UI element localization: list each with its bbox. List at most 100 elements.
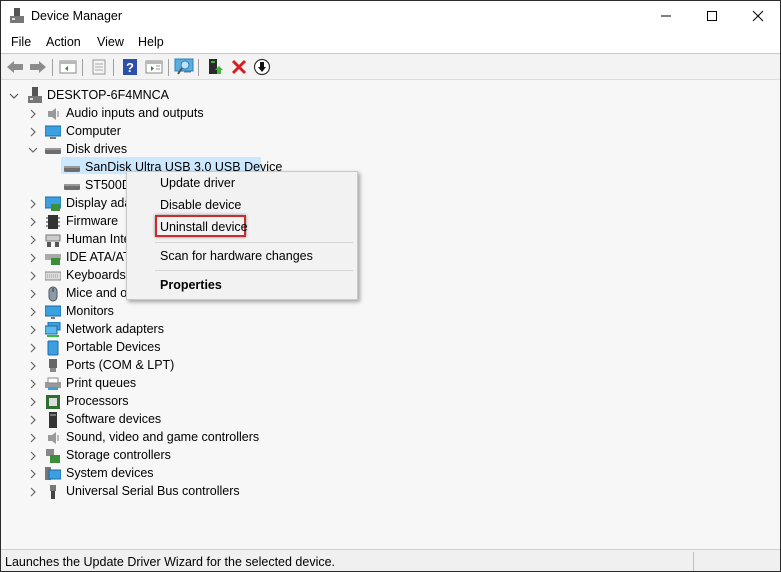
category-label: Audio inputs and outputs [66,106,204,120]
tree-category[interactable]: Disk drives [1,141,301,159]
context-disable-device[interactable]: Disable device [160,198,241,212]
category-label: Keyboards [66,268,126,282]
status-text: Launches the Update Driver Wizard for th… [5,555,336,569]
context-scan-hardware[interactable]: Scan for hardware changes [160,249,313,263]
menu-file[interactable]: File [11,35,31,49]
window-title: Device Manager [31,9,123,23]
status-bar: Launches the Update Driver Wizard for th… [1,549,780,571]
chevron-right-icon[interactable] [28,415,38,425]
maximize-button[interactable] [689,1,735,31]
category-label: Software devices [66,412,162,426]
menu-help[interactable]: Help [138,35,164,49]
tree-category[interactable]: Computer [1,123,301,141]
menu-view[interactable]: View [97,35,124,49]
category-label: Ports (COM & LPT) [66,358,175,372]
tree-category[interactable]: Audio inputs and outputs [1,105,301,123]
properties-button[interactable] [89,57,109,77]
tree-category[interactable]: Portable Devices [1,339,301,357]
minimize-icon [661,15,671,17]
category-label: Display ada [66,196,132,210]
category-label: Network adapters [66,322,164,336]
tree-category[interactable]: Storage controllers [1,447,301,465]
category-label: System devices [66,466,154,480]
chevron-right-icon[interactable] [28,289,38,299]
forward-button[interactable] [28,57,48,77]
context-menu: Update driver Disable device Uninstall d… [126,171,358,300]
category-label: Storage controllers [66,448,171,462]
show-action-pane-button[interactable] [144,57,164,77]
tree-category[interactable]: System devices [1,465,301,483]
context-uninstall-device[interactable]: Uninstall device [160,220,248,234]
category-label: Monitors [66,304,114,318]
chevron-right-icon[interactable] [28,433,38,443]
tree-category[interactable]: Network adapters [1,321,301,339]
help-icon: ? [123,59,137,75]
category-label: IDE ATA/AT [66,250,131,264]
tree-category[interactable]: Print queues [1,375,301,393]
storage-controller-icon [46,449,60,463]
status-divider [693,552,694,571]
context-separator [155,242,353,243]
chevron-right-icon[interactable] [28,235,38,245]
close-icon [752,10,764,22]
chevron-down-icon[interactable] [9,91,19,101]
scan-hardware-button[interactable] [174,57,194,77]
tree-category[interactable]: Sound, video and game controllers [1,429,301,447]
category-label: Firmware [66,214,119,228]
chevron-right-icon[interactable] [28,361,38,371]
back-button[interactable] [5,57,25,77]
menu-bar: File Action View Help [1,31,780,54]
tree-category[interactable]: Processors [1,393,301,411]
tree-category[interactable]: Ports (COM & LPT) [1,357,301,375]
toolbar-separator [52,59,53,76]
minimize-button[interactable] [643,1,689,31]
computer-icon [45,125,61,139]
properties-icon [92,59,106,75]
help-button[interactable]: ? [120,57,140,77]
menu-action[interactable]: Action [46,35,81,49]
tree-category[interactable]: Software devices [1,411,301,429]
ide-controller-icon [45,254,61,265]
chevron-right-icon[interactable] [28,325,38,335]
uninstall-button[interactable] [229,57,249,77]
chevron-right-icon[interactable] [28,253,38,263]
tree-category[interactable]: Universal Serial Bus controllers [1,483,301,501]
chevron-right-icon[interactable] [28,379,38,389]
usb-icon [50,485,56,499]
category-label: Disk drives [66,142,128,156]
chevron-right-icon[interactable] [28,217,38,227]
context-properties[interactable]: Properties [160,278,222,292]
tree-root[interactable]: DESKTOP-6F4MNCA [1,87,201,105]
display-adapter-icon [45,196,61,211]
chevron-right-icon[interactable] [28,469,38,479]
chevron-right-icon[interactable] [28,271,38,281]
chevron-right-icon[interactable] [28,307,38,317]
title-bar: Device Manager [1,1,780,31]
category-label: Mice and o [66,286,128,300]
chevron-right-icon[interactable] [28,397,38,407]
chevron-down-icon[interactable] [28,145,38,155]
close-button[interactable] [735,1,780,31]
chevron-right-icon[interactable] [28,451,38,461]
chevron-right-icon[interactable] [28,109,38,119]
svg-text:?: ? [126,60,134,75]
speaker-icon [48,108,59,120]
toolbar-separator [113,59,114,76]
context-separator [155,270,353,271]
disable-device-button[interactable] [252,57,272,77]
back-icon [7,61,23,73]
tree-category[interactable]: Monitors [1,303,301,321]
show-hide-console-tree-button[interactable] [58,57,78,77]
update-driver-button[interactable] [205,57,225,77]
chevron-right-icon[interactable] [28,343,38,353]
context-update-driver[interactable]: Update driver [160,176,235,190]
device-label: ST500D [85,178,131,192]
root-label: DESKTOP-6F4MNCA [47,88,170,102]
chevron-right-icon[interactable] [28,127,38,137]
chevron-right-icon[interactable] [28,487,38,497]
action-pane-icon [145,60,163,74]
chevron-right-icon[interactable] [28,199,38,209]
category-label: Print queues [66,376,137,390]
maximize-icon [707,11,717,21]
disable-device-icon [253,58,271,76]
